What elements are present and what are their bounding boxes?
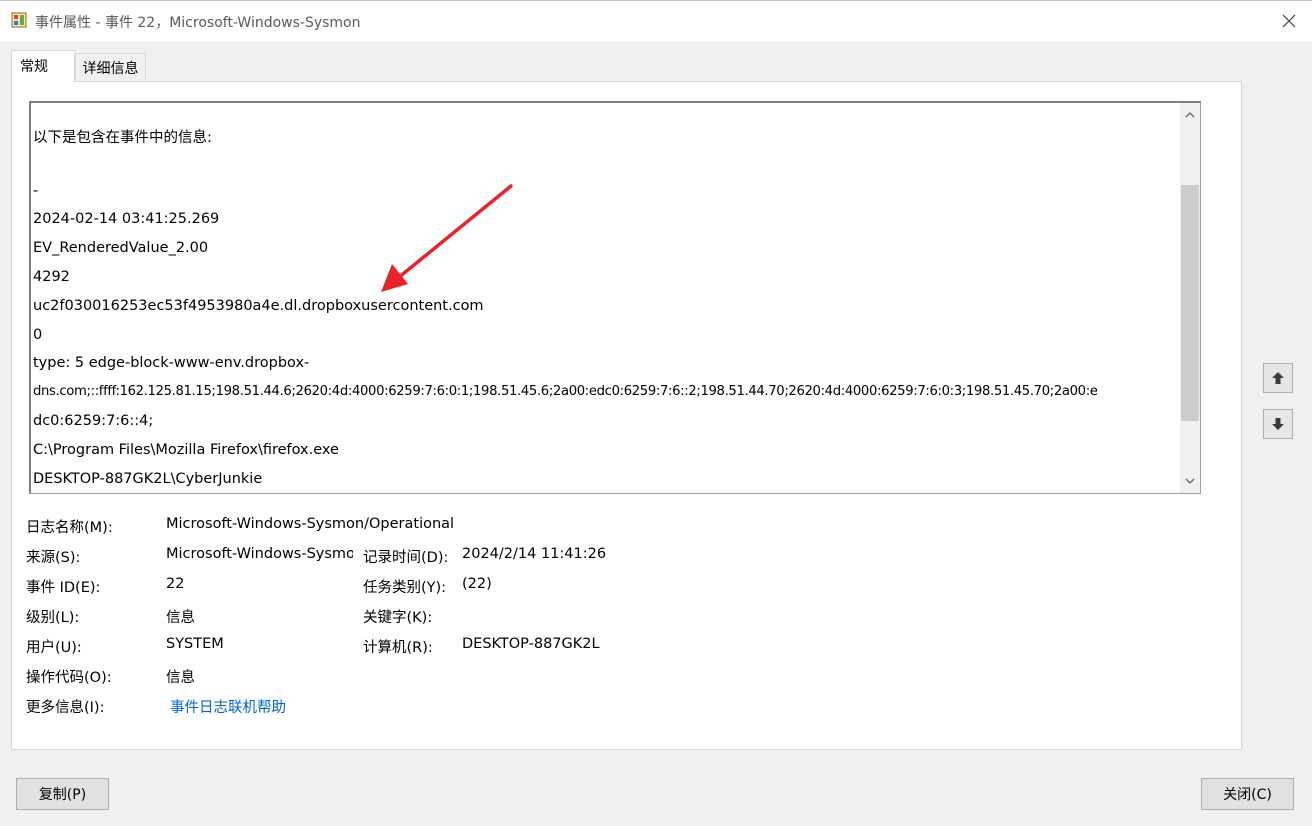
tab-details-label: 详细信息 <box>82 61 139 77</box>
more-info-link[interactable]: 事件日志联机帮助 <box>170 696 286 717</box>
source-label: 来源(S): <box>26 550 81 566</box>
chevron-up-icon <box>1185 112 1195 118</box>
task-category-label: 任务类别(Y): <box>363 580 447 596</box>
title-bar: 事件属性 - 事件 22，Microsoft-Windows-Sysmon <box>0 0 1312 41</box>
more-info-label: 更多信息(I): <box>26 700 105 716</box>
close-icon <box>1282 14 1296 28</box>
scroll-down-button[interactable] <box>1180 471 1200 491</box>
description-line: uc2f030016253ec53f4953980a4e.dl.dropboxu… <box>33 298 484 314</box>
description-line: 4292 <box>33 269 70 285</box>
opcode-value[interactable]: 信息 <box>166 666 195 687</box>
copy-button-label: 复制(P) <box>38 787 87 803</box>
description-line: DESKTOP-887GK2L\CyberJunkie <box>33 471 263 487</box>
event-viewer-icon <box>11 12 27 28</box>
log-name-value[interactable]: Microsoft-Windows-Sysmon/Operational <box>166 516 454 532</box>
keywords-label: 关键字(K): <box>363 610 433 626</box>
logged-value[interactable]: 2024/2/14 11:41:26 <box>462 546 606 562</box>
previous-event-button[interactable] <box>1263 363 1293 393</box>
user-label: 用户(U): <box>26 640 82 656</box>
event-id-value[interactable]: 22 <box>166 576 184 592</box>
description-line: C:\Program Files\Mozilla Firefox\firefox… <box>33 442 339 458</box>
log-name-label: 日志名称(M): <box>26 520 113 536</box>
chevron-down-icon <box>1185 478 1195 484</box>
tab-general-label: 常规 <box>20 59 48 75</box>
description-line: 2024-02-14 03:41:25.269 <box>33 211 220 227</box>
computer-label: 计算机(R): <box>363 640 433 656</box>
description-line: 0 <box>33 327 43 343</box>
event-description-box[interactable]: 以下是包含在事件中的信息: - 2024-02-14 03:41:25.269 … <box>29 101 1201 494</box>
arrow-up-icon <box>1272 372 1284 384</box>
window-title: 事件属性 - 事件 22，Microsoft-Windows-Sysmon <box>35 15 361 31</box>
user-value[interactable]: SYSTEM <box>166 636 224 652</box>
description-line: 以下是包含在事件中的信息: <box>33 130 212 146</box>
close-button-label: 关闭(C) <box>1223 787 1272 803</box>
logged-label: 记录时间(D): <box>363 550 449 566</box>
description-line: - <box>33 183 39 199</box>
description-line: EV_RenderedValue_2.00 <box>33 240 209 256</box>
tab-details[interactable]: 详细信息 <box>75 53 146 80</box>
event-id-label: 事件 ID(E): <box>26 580 101 596</box>
close-button[interactable]: 关闭(C) <box>1201 778 1294 810</box>
source-value[interactable]: Microsoft-Windows-Sysmon <box>166 546 353 562</box>
scroll-up-button[interactable] <box>1180 105 1200 125</box>
arrow-down-icon <box>1272 418 1284 430</box>
computer-value[interactable]: DESKTOP-887GK2L <box>462 636 600 652</box>
description-line: type: 5 edge-block-www-env.dropbox- <box>33 355 310 371</box>
description-scrollbar[interactable] <box>1180 103 1200 493</box>
description-line: dns.com;::ffff:162.125.81.15;198.51.44.6… <box>33 384 1098 399</box>
level-label: 级别(L): <box>26 610 80 626</box>
scroll-thumb[interactable] <box>1181 185 1199 421</box>
next-event-button[interactable] <box>1263 409 1293 439</box>
level-value[interactable]: 信息 <box>166 606 195 627</box>
window-close-button[interactable] <box>1266 1 1312 41</box>
tab-general[interactable]: 常规 <box>11 50 75 82</box>
copy-button[interactable]: 复制(P) <box>16 778 109 810</box>
description-line: dc0:6259:7:6::4; <box>33 413 154 429</box>
opcode-label: 操作代码(O): <box>26 670 112 686</box>
task-category-value[interactable]: (22) <box>462 576 492 592</box>
